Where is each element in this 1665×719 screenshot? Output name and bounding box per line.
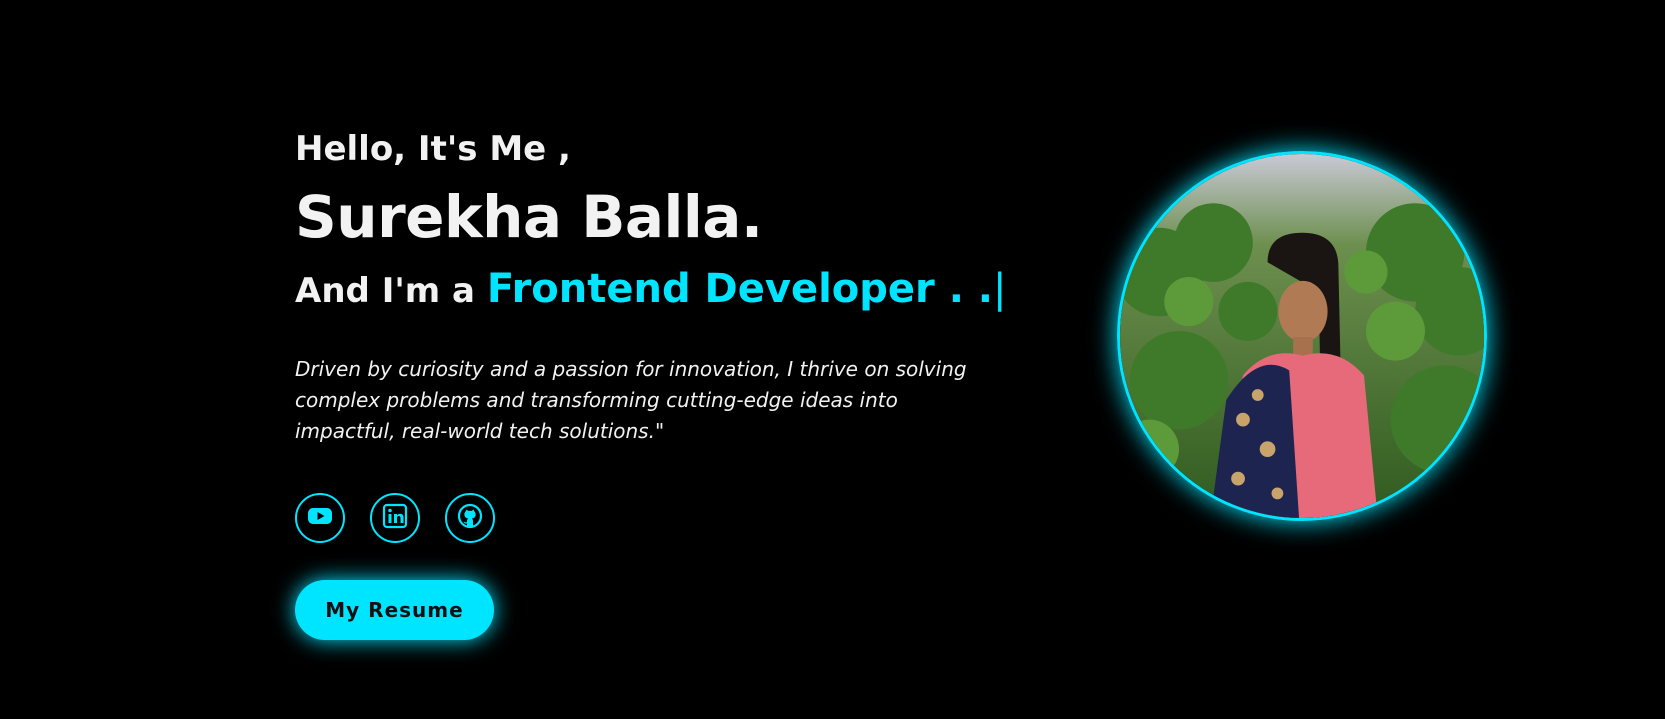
hero-name: Surekha Balla.	[295, 183, 763, 251]
role-line: And I'm a Frontend Developer . .|	[295, 266, 1015, 314]
resume-button[interactable]: My Resume	[295, 580, 494, 640]
youtube-link[interactable]	[295, 493, 345, 543]
github-icon	[456, 502, 484, 534]
linkedin-icon	[381, 502, 409, 534]
typing-cursor: |	[993, 266, 1007, 312]
role-text: Frontend Developer . .	[486, 266, 994, 312]
role-prefix: And I'm a	[295, 271, 475, 311]
github-link[interactable]	[445, 493, 495, 543]
linkedin-link[interactable]	[370, 493, 420, 543]
youtube-icon	[306, 502, 334, 534]
tagline: Driven by curiosity and a passion for in…	[295, 357, 967, 443]
social-links	[295, 493, 495, 543]
greeting: Hello, It's Me ,	[295, 129, 571, 169]
role-title: Frontend Developer . .|	[487, 266, 1007, 312]
profile-photo	[1117, 151, 1487, 521]
hero-text: Hello, It's Me , Surekha Balla. And I'm …	[295, 126, 1015, 447]
